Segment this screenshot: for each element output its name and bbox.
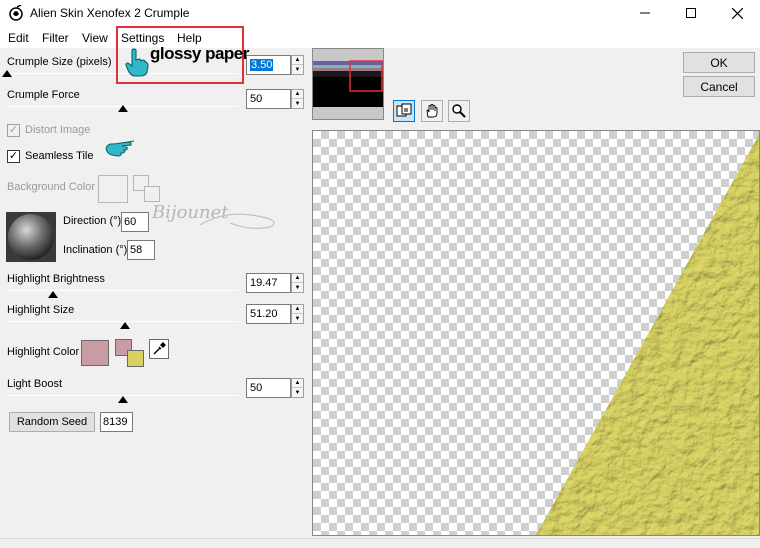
- light-boost-slider-thumb[interactable]: [118, 396, 128, 403]
- pointing-hand-cursor-icon: [125, 48, 149, 77]
- crumple-size-spinner[interactable]: ▲ ▼: [291, 55, 304, 75]
- highlight-brightness-slider[interactable]: [7, 290, 239, 291]
- direction-input[interactable]: 60: [121, 212, 149, 232]
- background-color-label: Background Color: [7, 181, 96, 193]
- highlight-color-swatch[interactable]: [81, 340, 109, 366]
- light-boost-input[interactable]: 50: [246, 378, 291, 398]
- eyedropper-icon: [153, 342, 166, 355]
- preview-toggle-icon: [396, 103, 412, 117]
- highlight-brightness-label: Highlight Brightness: [7, 273, 105, 285]
- hand-icon: [426, 104, 438, 118]
- highlight-brightness-spinner[interactable]: ▲ ▼: [291, 273, 304, 293]
- ok-button[interactable]: OK: [683, 52, 755, 73]
- watermark-flourish-icon: [200, 213, 275, 229]
- navigator-thumbnail-image: [313, 49, 383, 119]
- background-color-swatch-small-2[interactable]: [144, 186, 160, 202]
- highlight-brightness-slider-thumb[interactable]: [48, 291, 59, 298]
- seamless-tile-label: Seamless Tile: [25, 150, 94, 162]
- random-seed-input[interactable]: 8139: [100, 412, 133, 432]
- highlight-color-label: Highlight Color: [7, 346, 80, 358]
- title-bar: Alien Skin Xenofex 2 Crumple: [0, 0, 760, 26]
- zoom-tool-button[interactable]: [448, 100, 470, 122]
- close-button[interactable]: [714, 0, 760, 26]
- preview-toggle-button[interactable]: [393, 100, 415, 122]
- hand-tool-button[interactable]: [421, 100, 443, 122]
- annotation-text: glossy paper: [150, 44, 249, 63]
- crumple-size-label: Crumple Size (pixels): [7, 56, 112, 68]
- crumple-size-slider-thumb[interactable]: [2, 70, 12, 77]
- light-boost-label: Light Boost: [7, 378, 63, 390]
- highlight-brightness-input[interactable]: 19.47: [246, 273, 291, 293]
- highlight-size-label: Highlight Size: [7, 304, 75, 316]
- distort-image-checkbox[interactable]: ✓: [7, 124, 20, 137]
- menu-filter[interactable]: Filter: [42, 31, 69, 45]
- crumple-force-spinner[interactable]: ▲ ▼: [291, 89, 304, 109]
- close-icon: [731, 7, 743, 19]
- inclination-input[interactable]: 58: [127, 240, 155, 260]
- eyedropper-button[interactable]: [149, 339, 169, 359]
- seamless-tile-checkbox[interactable]: ✓: [7, 150, 20, 163]
- preview-canvas[interactable]: [312, 130, 760, 536]
- highlight-size-slider-thumb[interactable]: [120, 322, 131, 329]
- direction-label: Direction (°): [63, 215, 122, 227]
- zoom-icon: [452, 104, 466, 118]
- app-icon: [9, 5, 23, 21]
- crumpled-paper-texture: [535, 131, 759, 535]
- pointing-hand-icon: [105, 140, 135, 157]
- maximize-icon: [686, 8, 696, 18]
- inclination-label: Inclination (°): [63, 244, 128, 256]
- highlight-size-input[interactable]: 51.20: [246, 304, 291, 324]
- crumple-force-label: Crumple Force: [7, 89, 80, 101]
- light-direction-sphere[interactable]: [6, 212, 56, 262]
- minimize-icon: [640, 12, 650, 14]
- crumple-force-input[interactable]: 50: [246, 89, 291, 109]
- highlight-size-spinner[interactable]: ▲ ▼: [291, 304, 304, 324]
- menu-bar: Edit Filter View Settings Help: [0, 26, 760, 48]
- menu-view[interactable]: View: [82, 31, 108, 45]
- random-seed-button[interactable]: Random Seed: [9, 412, 95, 432]
- crumple-force-slider-thumb[interactable]: [118, 105, 128, 112]
- window-title: Alien Skin Xenofex 2 Crumple: [30, 6, 190, 20]
- crumple-size-input[interactable]: 3.50: [246, 55, 291, 75]
- minimize-button[interactable]: [622, 0, 668, 26]
- menu-edit[interactable]: Edit: [8, 31, 29, 45]
- status-bar: [0, 538, 760, 548]
- background-color-swatch[interactable]: [98, 175, 128, 203]
- light-boost-spinner[interactable]: ▲ ▼: [291, 378, 304, 398]
- highlight-color-swatch-small-2[interactable]: [127, 350, 144, 367]
- distort-image-label: Distort Image: [25, 124, 91, 136]
- maximize-button[interactable]: [668, 0, 714, 26]
- navigator-thumbnail[interactable]: [312, 48, 384, 120]
- cancel-button[interactable]: Cancel: [683, 76, 755, 97]
